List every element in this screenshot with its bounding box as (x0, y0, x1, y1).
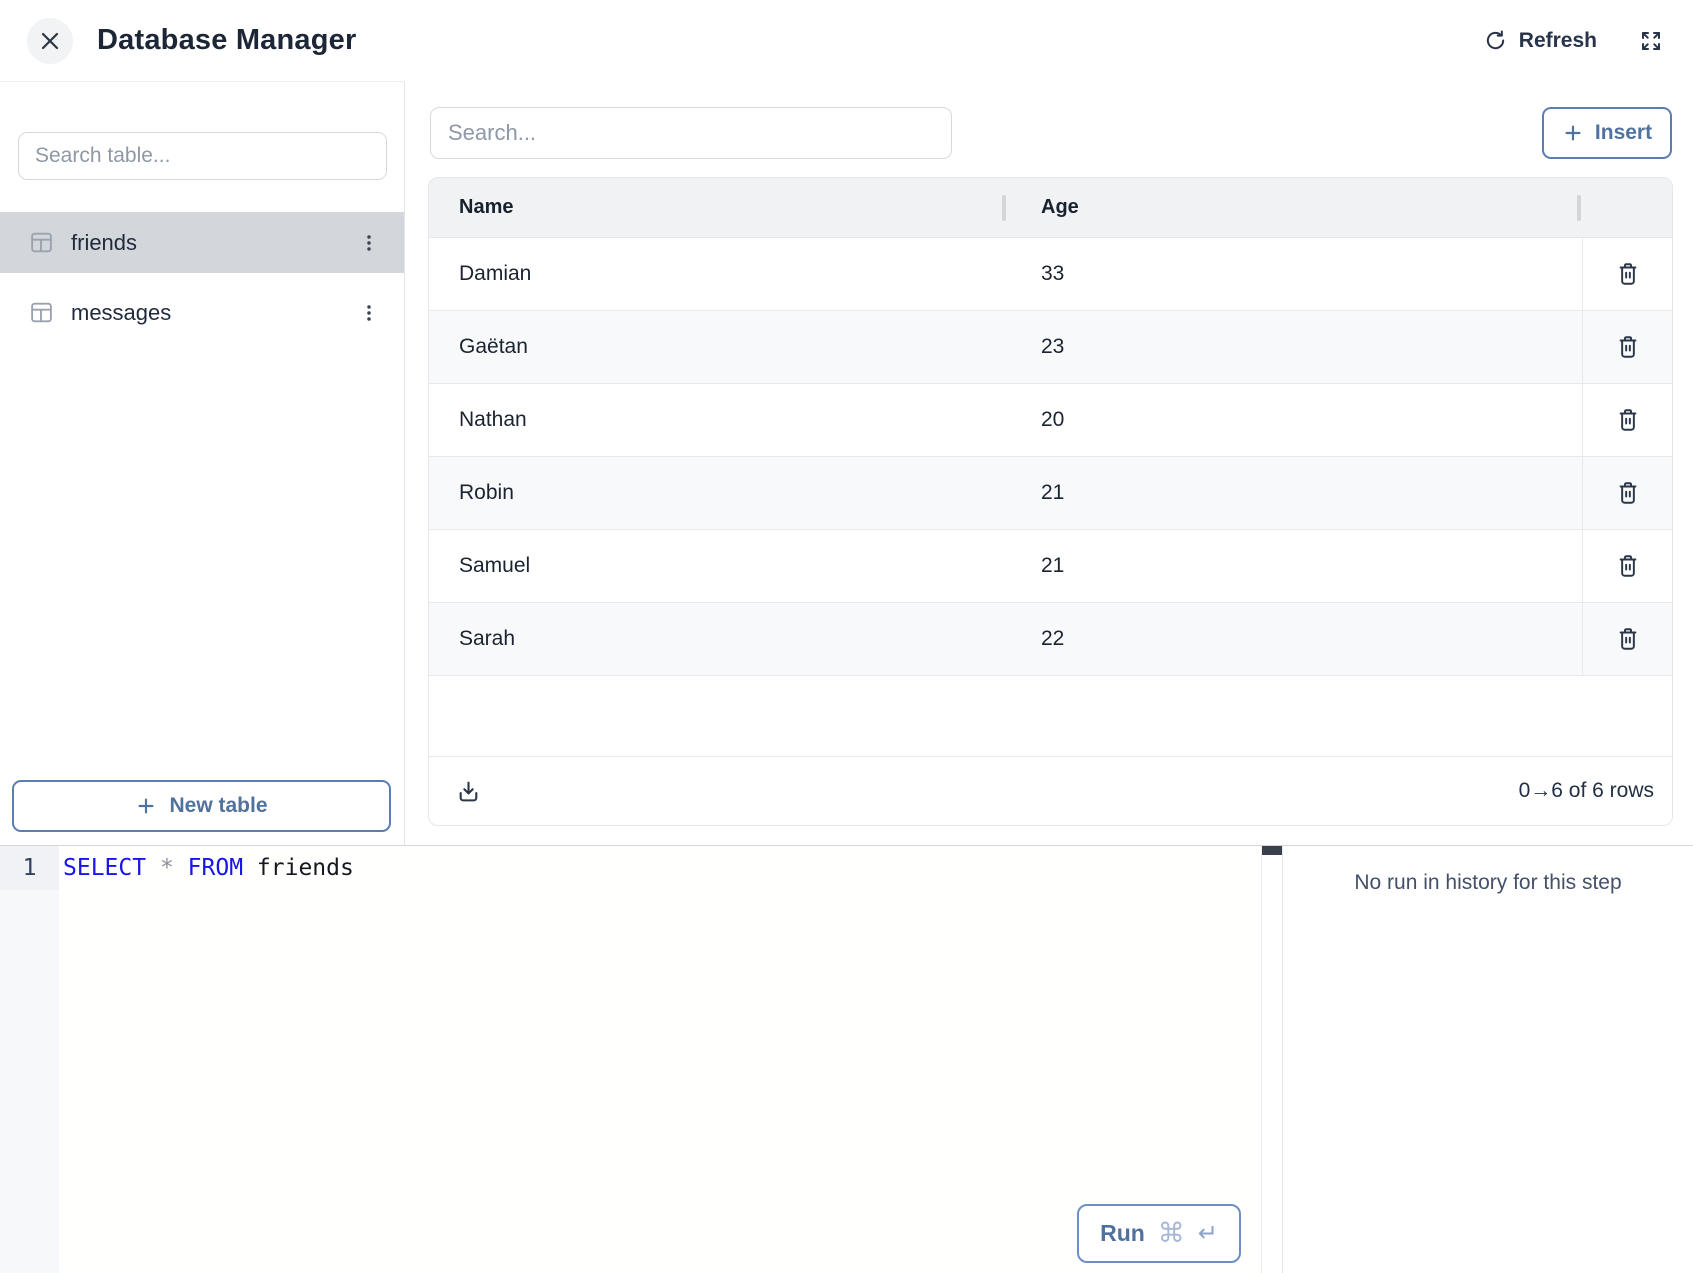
table-row: Robin 21 (429, 457, 1672, 530)
column-resize-handle[interactable] (1577, 195, 1581, 221)
run-history-panel: No run in history for this step (1283, 846, 1693, 1273)
sql-editor[interactable]: 1 SELECT * FROM friends Run ⌘ ↵ (0, 846, 1283, 1273)
cell-name: Samuel (429, 530, 1005, 602)
data-table-card: Name Age Damian 33 Gaëtan 23 (428, 177, 1673, 826)
download-icon (456, 779, 481, 804)
table-footer: 0→6 of 6 rows (429, 756, 1672, 825)
cell-age: 22 (1005, 603, 1582, 675)
table-search-input[interactable] (18, 132, 387, 180)
table-row: Gaëtan 23 (429, 311, 1672, 384)
column-header-age[interactable]: Age (1005, 196, 1079, 219)
table-name: messages (71, 300, 171, 326)
delete-row-button[interactable] (1615, 407, 1641, 433)
scrollbar-thumb[interactable] (1262, 846, 1282, 855)
table-row: Damian 33 (429, 238, 1672, 311)
cell-actions (1582, 603, 1672, 675)
rows-count: 0→6 of 6 rows (1519, 779, 1654, 803)
table-header-row: Name Age (429, 178, 1672, 238)
refresh-button[interactable]: Refresh (1484, 29, 1597, 53)
cell-actions (1582, 457, 1672, 529)
refresh-icon (1484, 29, 1507, 52)
column-header-name[interactable]: Name (429, 196, 1005, 219)
trash-icon (1615, 480, 1641, 506)
download-button[interactable] (456, 779, 481, 804)
plus-icon (135, 795, 157, 817)
query-section: 1 SELECT * FROM friends Run ⌘ ↵ No run i… (0, 845, 1693, 1273)
kebab-menu-icon[interactable] (358, 302, 380, 324)
return-key-icon: ↵ (1198, 1219, 1218, 1248)
table-row: Sarah 22 (429, 603, 1672, 676)
column-resize-handle[interactable] (1002, 195, 1006, 221)
trash-icon (1615, 407, 1641, 433)
trash-icon (1615, 261, 1641, 287)
page-title: Database Manager (97, 24, 356, 57)
trash-icon (1615, 553, 1641, 579)
table-row: Samuel 21 (429, 530, 1672, 603)
cell-age: 21 (1005, 530, 1582, 602)
cell-actions (1582, 384, 1672, 456)
insert-button[interactable]: Insert (1542, 107, 1672, 159)
table-empty-space (429, 676, 1672, 756)
refresh-label: Refresh (1519, 29, 1597, 53)
new-table-button[interactable]: New table (12, 780, 391, 832)
table-icon (29, 230, 54, 255)
run-button[interactable]: Run ⌘ ↵ (1077, 1204, 1241, 1263)
cell-age: 23 (1005, 311, 1582, 383)
table-list: friends messages (0, 212, 404, 343)
fullscreen-icon (1639, 29, 1663, 53)
cell-name: Damian (429, 238, 1005, 310)
cell-age: 21 (1005, 457, 1582, 529)
table-icon (29, 300, 54, 325)
insert-label: Insert (1595, 121, 1652, 145)
delete-row-button[interactable] (1615, 626, 1641, 652)
kebab-menu-icon[interactable] (358, 232, 380, 254)
trash-icon (1615, 626, 1641, 652)
cell-actions (1582, 238, 1672, 310)
cell-name: Sarah (429, 603, 1005, 675)
delete-row-button[interactable] (1615, 261, 1641, 287)
command-key-icon: ⌘ (1158, 1218, 1185, 1249)
trash-icon (1615, 334, 1641, 360)
sidebar: friends messages New table (0, 81, 405, 845)
run-label: Run (1100, 1220, 1145, 1247)
cell-actions (1582, 530, 1672, 602)
plus-icon (1562, 122, 1584, 144)
editor-gutter: 1 (0, 846, 59, 1273)
table-name: friends (71, 230, 137, 256)
header-actions: Refresh (1484, 29, 1663, 53)
cell-age: 33 (1005, 238, 1582, 310)
delete-row-button[interactable] (1615, 334, 1641, 360)
sidebar-item-messages[interactable]: messages (0, 282, 404, 343)
row-search-input[interactable] (430, 107, 952, 159)
delete-row-button[interactable] (1615, 480, 1641, 506)
table-row: Nathan 20 (429, 384, 1672, 457)
close-icon (40, 31, 60, 51)
sidebar-item-friends[interactable]: friends (0, 212, 404, 273)
history-empty-message: No run in history for this step (1354, 871, 1621, 895)
sql-code-line[interactable]: SELECT * FROM friends (59, 846, 1261, 890)
cell-name: Robin (429, 457, 1005, 529)
fullscreen-button[interactable] (1639, 29, 1663, 53)
database-manager-window: Database Manager Refresh friends (0, 0, 1693, 1273)
header: Database Manager Refresh (0, 0, 1693, 81)
cell-name: Gaëtan (429, 311, 1005, 383)
line-number: 1 (0, 846, 59, 890)
new-table-label: New table (169, 794, 267, 818)
cell-name: Nathan (429, 384, 1005, 456)
cell-age: 20 (1005, 384, 1582, 456)
close-button[interactable] (27, 18, 73, 64)
delete-row-button[interactable] (1615, 553, 1641, 579)
main-panel: Insert Name Age Damian 33 Gaëtan 23 (405, 81, 1693, 845)
editor-scrollbar[interactable] (1261, 846, 1282, 1273)
table-body: Damian 33 Gaëtan 23 Nathan 20 (429, 238, 1672, 676)
cell-actions (1582, 311, 1672, 383)
